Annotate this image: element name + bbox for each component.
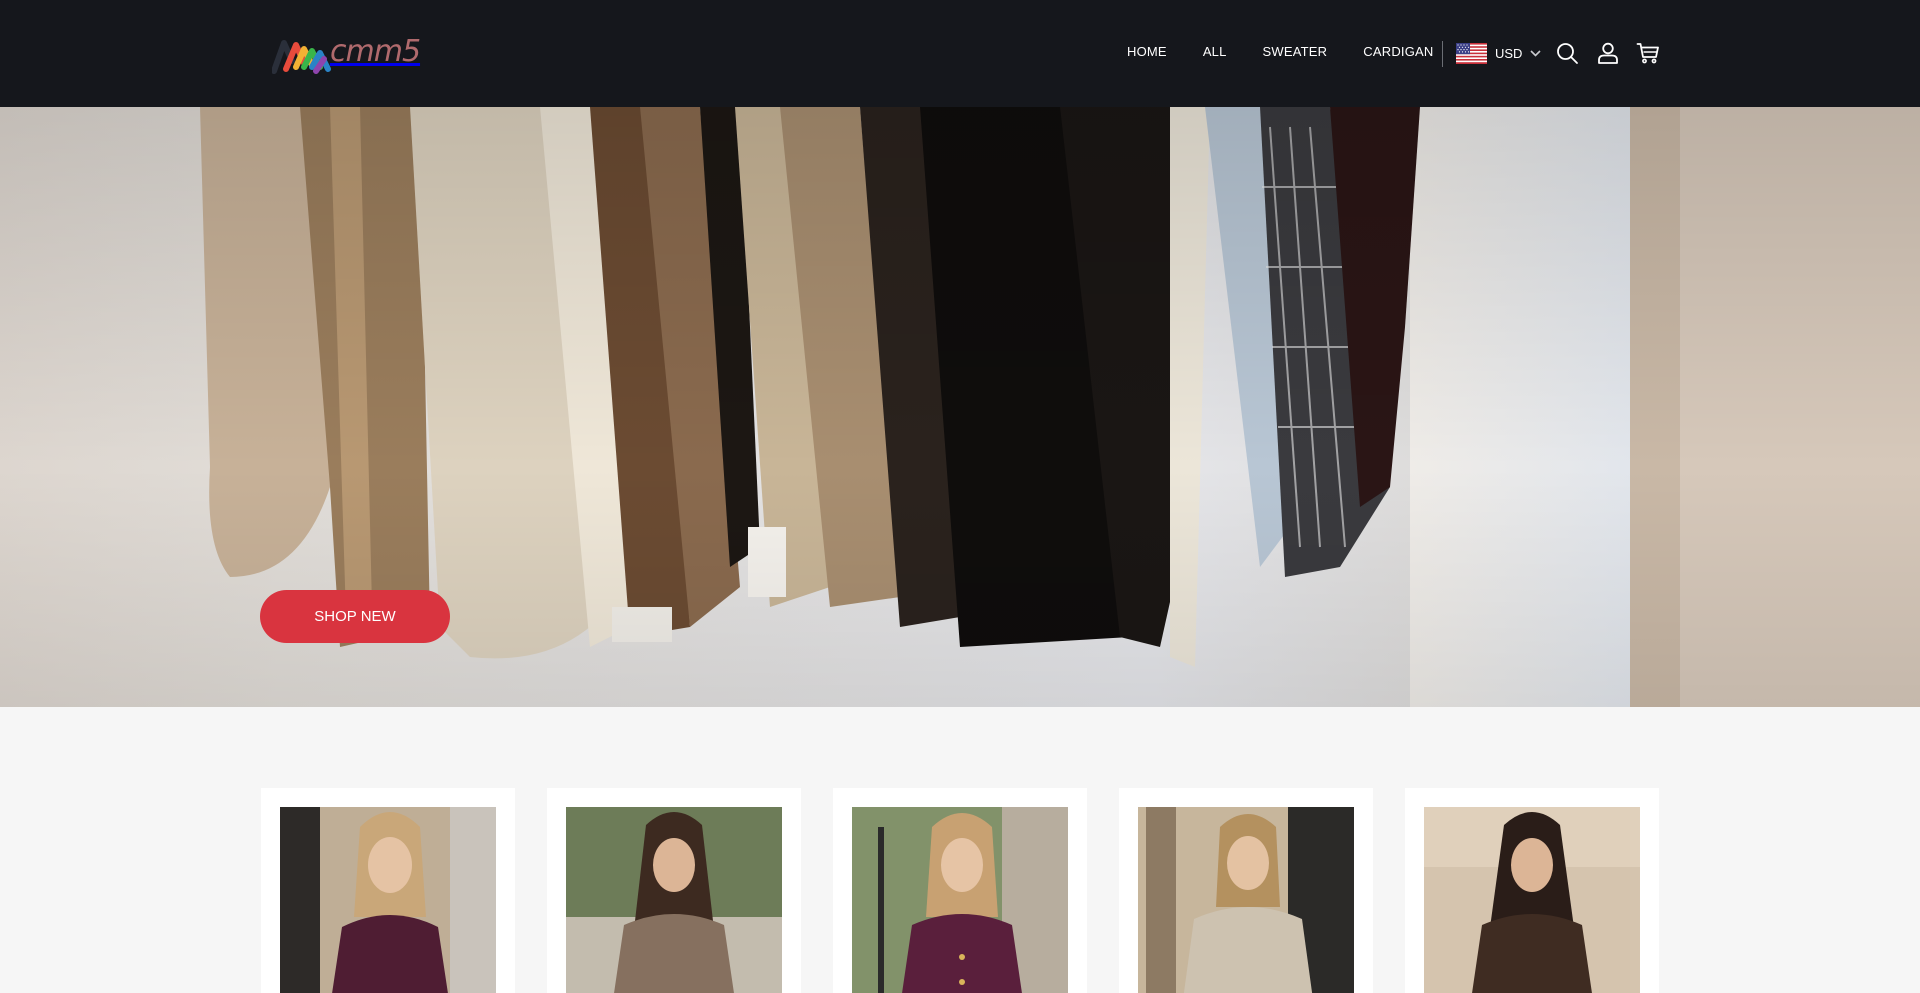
product-image[interactable] (852, 807, 1068, 993)
product-image[interactable] (1424, 807, 1640, 993)
currency-label: USD (1495, 46, 1523, 61)
nav-all[interactable]: ALL (1203, 44, 1227, 59)
logo-mark-icon (272, 40, 331, 74)
cart-icon[interactable] (1636, 41, 1660, 65)
user-icon[interactable] (1596, 41, 1620, 65)
nav-home[interactable]: HOME (1127, 44, 1167, 59)
product-card[interactable] (1119, 788, 1373, 993)
product-card[interactable] (261, 788, 515, 993)
product-grid (261, 788, 1659, 993)
product-card[interactable] (1405, 788, 1659, 993)
nav-sweater[interactable]: SWEATER (1263, 44, 1328, 59)
nav-divider (1442, 41, 1443, 67)
hero-banner: SHOP NEW (0, 107, 1920, 707)
product-image[interactable] (566, 807, 782, 993)
brand-logo[interactable]: cmm5 (272, 36, 432, 76)
chevron-down-icon (1530, 50, 1542, 57)
nav-cardigan[interactable]: CARDIGAN (1363, 44, 1433, 59)
currency-selector[interactable]: USD (1456, 43, 1542, 64)
product-card[interactable] (833, 788, 1087, 993)
search-icon[interactable] (1555, 41, 1579, 65)
product-image[interactable] (1138, 807, 1354, 993)
site-header: cmm5 HOME ALL SWEATER CARDIGAN USD (0, 0, 1920, 107)
shop-new-button[interactable]: SHOP NEW (260, 590, 450, 643)
product-image[interactable] (280, 807, 496, 993)
us-flag-icon (1456, 43, 1487, 64)
product-card[interactable] (547, 788, 801, 993)
main-nav: HOME ALL SWEATER CARDIGAN (1127, 44, 1433, 59)
brand-name: cmm5 (330, 34, 421, 69)
